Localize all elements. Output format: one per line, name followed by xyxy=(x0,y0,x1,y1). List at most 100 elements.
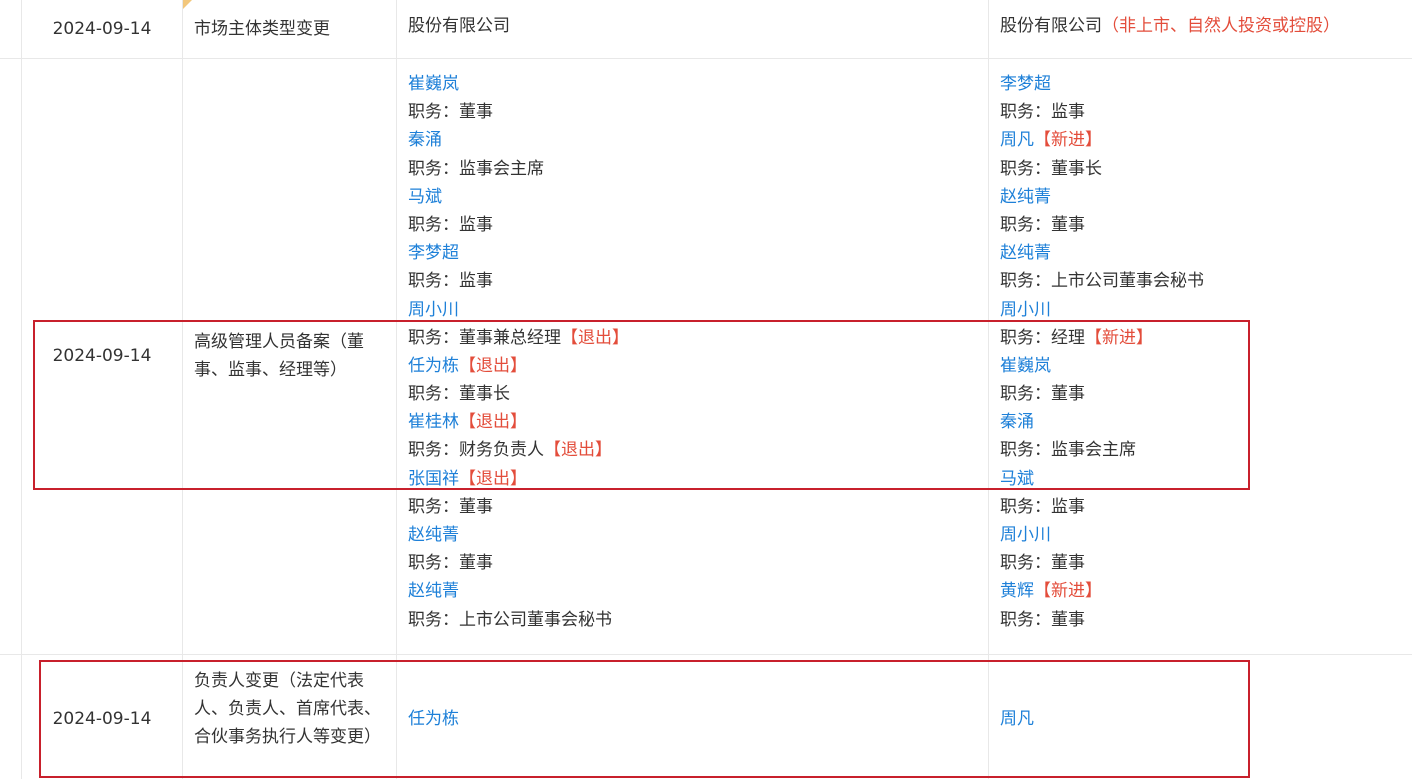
person-link[interactable]: 秦涌 xyxy=(408,130,442,150)
person-link[interactable]: 李梦超 xyxy=(408,243,459,263)
person-name-line: 李梦超 xyxy=(408,239,988,267)
person-role-line: 职务：经理【新进】 xyxy=(1000,324,1412,352)
status-tag: 【退出】 xyxy=(544,440,612,461)
person-role: 职务：财务负责人 xyxy=(408,440,544,461)
status-tag: 【退出】 xyxy=(459,468,527,489)
person-role: 职务：董事 xyxy=(1000,553,1085,574)
after-value: 周凡 xyxy=(989,655,1412,779)
person-name-line: 秦涌 xyxy=(1000,408,1412,436)
person-name-line: 张国祥【退出】 xyxy=(408,465,988,493)
person-link[interactable]: 张国祥 xyxy=(408,469,459,489)
after-list: 李梦超 职务：监事 周凡【新进】 职务：董事长 赵纯菁 职务：董事 赵纯菁 职务：上市公司董事… xyxy=(989,58,1412,654)
person-role-line: 职务：董事兼总经理【退出】 xyxy=(408,324,988,352)
change-date: 2024-09-14 xyxy=(52,709,152,729)
person-role: 职务：董事 xyxy=(1000,609,1085,630)
person-role-line: 职务：董事 xyxy=(408,98,988,126)
person-role-line: 职务：董事 xyxy=(1000,549,1412,577)
person-link[interactable]: 任为栋 xyxy=(408,356,459,376)
person-name-line: 李梦超 xyxy=(1000,70,1412,98)
table-row: 2024-09-14 高级管理人员备案（董事、监事、经理等） 崔巍岚 职务：董事秦… xyxy=(0,58,1412,655)
change-type-text: 高级管理人员备案（董事、监事、经理等） xyxy=(194,332,364,380)
person-role: 职务：监事 xyxy=(408,271,493,292)
table-row: 2024-09-14 负责人变更（法定代表人、负责人、首席代表、合伙事务执行人等… xyxy=(0,655,1412,779)
status-tag: 【新进】 xyxy=(1034,581,1102,602)
person-role-line: 职务：财务负责人【退出】 xyxy=(408,436,988,464)
person-name-line: 崔巍岚 xyxy=(408,70,988,98)
person-role-line: 职务：监事 xyxy=(1000,98,1412,126)
status-tag: 【新进】 xyxy=(1034,130,1102,151)
person-role: 职务：董事 xyxy=(408,496,493,517)
person-role: 职务：董事 xyxy=(1000,384,1085,405)
person-role: 职务：经理 xyxy=(1000,327,1085,348)
status-tag: 【新进】 xyxy=(1085,327,1153,348)
person-link[interactable]: 秦涌 xyxy=(1000,412,1034,432)
person-role-line: 职务：监事会主席 xyxy=(408,155,988,183)
status-tag: 【退出】 xyxy=(459,412,527,433)
person-role-line: 职务：董事长 xyxy=(1000,155,1412,183)
after-value-text: 股份有限公司 xyxy=(1000,16,1102,36)
person-name-line: 周小川 xyxy=(408,296,988,324)
person-link[interactable]: 周小川 xyxy=(1000,300,1051,320)
change-date: 2024-09-14 xyxy=(52,346,152,366)
person-role: 职务：监事 xyxy=(1000,496,1085,517)
person-link[interactable]: 赵纯菁 xyxy=(1000,187,1051,207)
person-name-line: 崔桂林【退出】 xyxy=(408,408,988,436)
person-role: 职务：监事 xyxy=(1000,102,1085,123)
before-value: 股份有限公司 xyxy=(408,16,510,36)
before-list: 崔巍岚 职务：董事 秦涌 职务：监事会主席 马斌 职务：监事 李梦超 职务：监事 周小川 职务：董… xyxy=(397,58,988,654)
person-link[interactable]: 崔桂林 xyxy=(408,412,459,432)
person-link[interactable]: 马斌 xyxy=(408,187,442,207)
person-role-line: 职务：董事 xyxy=(1000,211,1412,239)
person-name-line: 赵纯菁 xyxy=(1000,239,1412,267)
person-role: 职务：董事长 xyxy=(1000,158,1102,179)
person-link[interactable]: 崔巍岚 xyxy=(1000,356,1051,376)
person-link[interactable]: 崔巍岚 xyxy=(408,74,459,94)
person-link[interactable]: 马斌 xyxy=(1000,469,1034,489)
person-link[interactable]: 周小川 xyxy=(1000,525,1051,545)
person-role-line: 职务：董事 xyxy=(1000,380,1412,408)
person-name-line: 赵纯菁 xyxy=(408,521,988,549)
person-role-line: 职务：上市公司董事会秘书 xyxy=(1000,267,1412,295)
person-link[interactable]: 周凡 xyxy=(1000,709,1034,729)
person-name-line: 黄辉【新进】 xyxy=(1000,577,1412,605)
person-name-line: 周凡【新进】 xyxy=(1000,126,1412,154)
person-link[interactable]: 任为栋 xyxy=(408,709,459,729)
change-type-text: 负责人变更（法定代表人、负责人、首席代表、合伙事务执行人等变更） xyxy=(194,671,381,747)
person-name-line: 赵纯菁 xyxy=(1000,183,1412,211)
person-role-line: 职务：监事会主席 xyxy=(1000,436,1412,464)
person-name-line: 马斌 xyxy=(1000,465,1412,493)
person-role: 职务：监事 xyxy=(408,214,493,235)
person-link[interactable]: 赵纯菁 xyxy=(408,525,459,545)
person-role-line: 职务：董事 xyxy=(1000,606,1412,634)
before-value: 任为栋 xyxy=(397,655,988,779)
person-role: 职务：董事 xyxy=(408,553,493,574)
person-role: 职务：董事长 xyxy=(408,384,510,405)
status-tag: 【退出】 xyxy=(459,355,527,376)
person-name-line: 赵纯菁 xyxy=(408,577,988,605)
person-role: 职务：董事 xyxy=(1000,214,1085,235)
person-name-line: 崔巍岚 xyxy=(1000,352,1412,380)
person-link[interactable]: 赵纯菁 xyxy=(1000,243,1051,263)
person-role: 职务：上市公司董事会秘书 xyxy=(408,609,612,630)
status-tag: 【退出】 xyxy=(561,327,629,348)
person-role-line: 职务：董事长 xyxy=(408,380,988,408)
person-role-line: 职务：监事 xyxy=(1000,493,1412,521)
change-records-table: 2024-09-14 市场主体类型变更 股份有限公司 股份有限公司（非上市、自然… xyxy=(0,0,1412,779)
person-link[interactable]: 黄辉 xyxy=(1000,581,1034,601)
person-role: 职务：上市公司董事会秘书 xyxy=(1000,271,1204,292)
person-role-line: 职务：董事 xyxy=(408,493,988,521)
person-link[interactable]: 李梦超 xyxy=(1000,74,1051,94)
person-link[interactable]: 周凡 xyxy=(1000,130,1034,150)
table-row: 2024-09-14 市场主体类型变更 股份有限公司 股份有限公司（非上市、自然… xyxy=(0,0,1412,59)
change-date: 2024-09-14 xyxy=(52,19,152,39)
after-value-note: （非上市、自然人投资或控股） xyxy=(1102,16,1340,36)
change-type: 负责人变更（法定代表人、负责人、首席代表、合伙事务执行人等变更） xyxy=(183,655,396,779)
person-role-line: 职务：董事 xyxy=(408,549,988,577)
person-link[interactable]: 赵纯菁 xyxy=(408,581,459,601)
person-role: 职务：董事 xyxy=(408,102,493,123)
person-role-line: 职务：监事 xyxy=(408,267,988,295)
person-role-line: 职务：上市公司董事会秘书 xyxy=(408,606,988,634)
person-link[interactable]: 周小川 xyxy=(408,300,459,320)
person-role-line: 职务：监事 xyxy=(408,211,988,239)
person-role: 职务：董事兼总经理 xyxy=(408,327,561,348)
